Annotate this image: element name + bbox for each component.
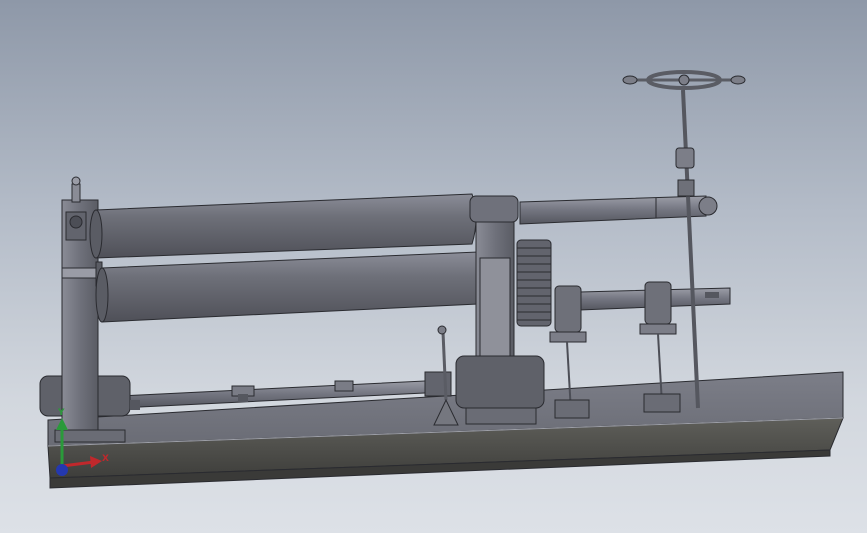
coordinate-triad: Y X bbox=[50, 408, 110, 480]
x-axis-arrow-icon bbox=[61, 460, 95, 468]
drive-gear[interactable] bbox=[516, 239, 552, 327]
y-axis-label: Y bbox=[58, 408, 65, 418]
handwheel[interactable] bbox=[622, 70, 746, 90]
upper-roll[interactable] bbox=[89, 193, 477, 259]
graphics-viewport[interactable]: Y X bbox=[0, 0, 867, 533]
z-axis-dot-icon bbox=[56, 464, 68, 476]
machine-model[interactable] bbox=[0, 0, 867, 533]
x-axis-label: X bbox=[102, 454, 109, 464]
lead-screw[interactable] bbox=[675, 89, 700, 409]
lower-roll[interactable] bbox=[95, 251, 483, 323]
